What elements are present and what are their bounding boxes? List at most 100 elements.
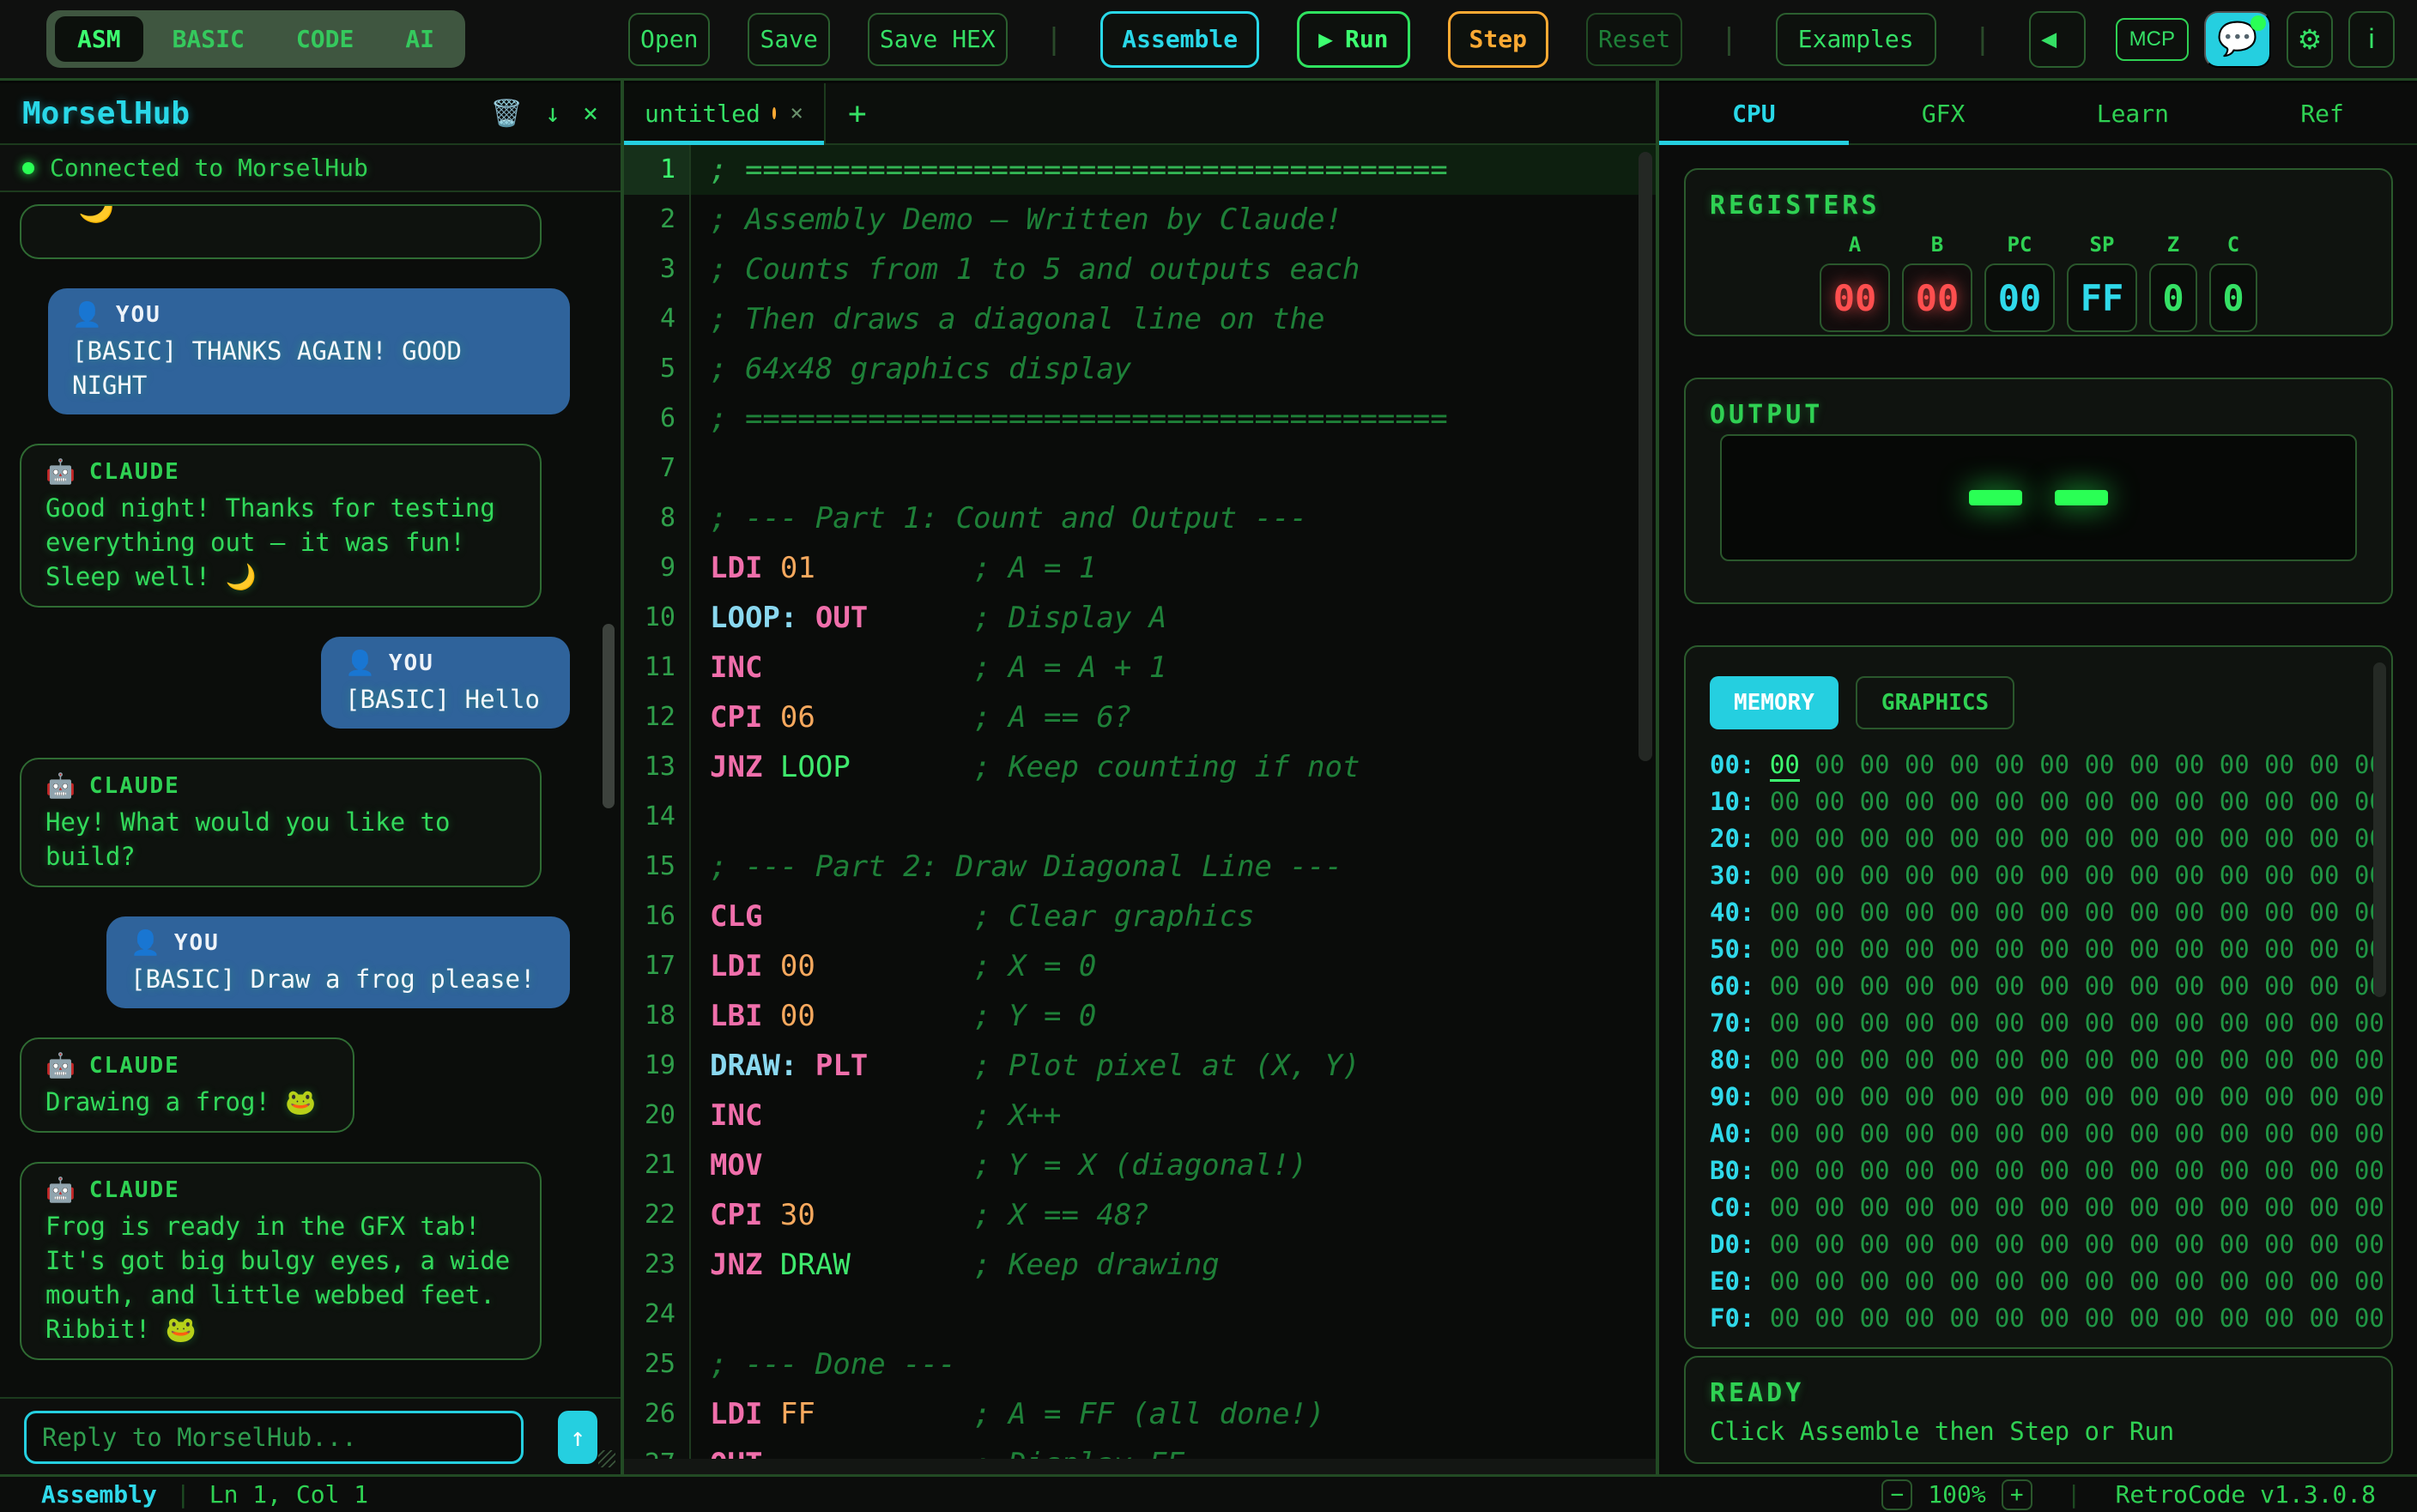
memory-scrollbar[interactable]: [2373, 662, 2386, 997]
mcp-button[interactable]: MCP: [2116, 18, 2189, 61]
mode-tab-code[interactable]: CODE: [274, 16, 376, 62]
register-label: C: [2227, 233, 2239, 257]
memory-byte: 00: [2220, 1045, 2250, 1074]
memory-address: 30:: [1710, 861, 1754, 890]
zoom-in-button[interactable]: +: [2002, 1479, 2032, 1510]
step-button[interactable]: Step: [1448, 11, 1548, 68]
mode-tab-basic[interactable]: BASIC: [150, 16, 267, 62]
collapse-panel-button[interactable]: ◀: [2029, 11, 2086, 68]
examples-button[interactable]: Examples: [1776, 13, 1936, 66]
line-number: 19: [624, 1041, 691, 1091]
line-content: [691, 444, 1656, 493]
message-header: 🤖CLAUDE: [45, 457, 516, 486]
memory-byte: 00: [1905, 971, 1935, 1001]
line-content: ; --- Done ---: [691, 1340, 1656, 1389]
zoom-out-button[interactable]: −: [1881, 1479, 1912, 1510]
message-text: [BASIC] THANKS AGAIN! GOOD NIGHT: [72, 334, 546, 402]
memory-byte: 00: [1905, 1303, 1935, 1333]
mode-tab-asm[interactable]: ASM: [55, 16, 143, 62]
editor-tabbar: untitled × +: [624, 83, 1656, 145]
run-button[interactable]: ▶ Run: [1297, 11, 1409, 68]
mode-tab-ai[interactable]: AI: [383, 16, 457, 62]
message-author: CLAUDE: [89, 459, 180, 485]
memory-byte: 00: [2264, 824, 2294, 853]
memory-byte: 00: [1949, 1267, 1979, 1296]
panel-tab-learn[interactable]: Learn: [2038, 83, 2228, 143]
memory-byte: 00: [1949, 1303, 1979, 1333]
new-tab-button[interactable]: +: [826, 83, 889, 143]
resize-grip-icon[interactable]: [598, 1450, 615, 1467]
ready-message: Click Assemble then Step or Run: [1710, 1417, 2391, 1446]
save-hex-button[interactable]: Save HEX: [868, 13, 1008, 66]
assemble-button[interactable]: Assemble: [1100, 11, 1259, 68]
close-icon[interactable]: ×: [583, 99, 598, 129]
line-number: 16: [624, 892, 691, 941]
message-header: 🤖CLAUDE: [45, 771, 516, 800]
memory-address: 20:: [1710, 824, 1754, 853]
memory-byte: 00: [2174, 934, 2204, 964]
editor-hscrollbar[interactable]: [624, 1459, 1656, 1474]
memory-byte: 00: [2085, 971, 2115, 1001]
message-author: CLAUDE: [89, 1053, 180, 1079]
memory-byte: 00: [1814, 1008, 1845, 1037]
reset-button[interactable]: Reset: [1586, 13, 1682, 66]
memory-byte: 00: [2264, 787, 2294, 816]
memory-byte: 00: [1995, 1119, 2025, 1148]
trash-icon[interactable]: 🗑️: [491, 99, 523, 129]
memory-byte: 00: [1995, 1267, 2025, 1296]
memory-byte: 00: [2174, 971, 2204, 1001]
open-button[interactable]: Open: [628, 13, 710, 66]
chat-header: MorselHub 🗑️ ↓ ×: [0, 83, 621, 145]
tab-untitled[interactable]: untitled ×: [624, 83, 826, 143]
memory-byte: 00: [2174, 861, 2204, 890]
memory-byte: 00: [1949, 1230, 1979, 1259]
memory-dump: 00: 00 00 00 00 00 00 00 00 00 00 00 00 …: [1710, 747, 2391, 1337]
line-content: LDI 00 ; X = 0: [691, 941, 1656, 991]
line-number: 25: [624, 1340, 691, 1389]
memory-byte: 00: [1770, 824, 1800, 853]
memory-byte: 00: [1814, 1156, 1845, 1185]
memory-byte: 00: [1770, 787, 1800, 816]
chat-toggle-button[interactable]: 💬: [2204, 11, 2271, 68]
panel-tab-ref[interactable]: Ref: [2227, 83, 2417, 143]
send-button[interactable]: ↑: [558, 1411, 597, 1464]
memory-tab-memory[interactable]: MEMORY: [1710, 676, 1838, 729]
memory-byte: 00: [2085, 1193, 2115, 1222]
memory-byte: 00: [2264, 1008, 2294, 1037]
line-content: JNZ LOOP ; Keep counting if not: [691, 742, 1656, 792]
memory-byte: 00: [1949, 787, 1979, 816]
chat-input[interactable]: [24, 1411, 524, 1464]
memory-byte: 00: [2085, 1230, 2115, 1259]
editor-scrollbar[interactable]: [1639, 152, 1652, 761]
line-number: 18: [624, 991, 691, 1041]
mode-indicator: Assembly: [41, 1480, 157, 1509]
info-button[interactable]: i: [2348, 11, 2395, 68]
register-c: C0: [2209, 233, 2257, 332]
memory-byte: 00: [2129, 824, 2160, 853]
code-area[interactable]: 1; =====================================…: [624, 145, 1656, 1459]
register-z: Z0: [2149, 233, 2197, 332]
memory-tab-graphics[interactable]: GRAPHICS: [1856, 676, 2014, 729]
line-content: JNZ DRAW ; Keep drawing: [691, 1240, 1656, 1290]
memory-byte: 00: [1770, 1303, 1800, 1333]
memory-byte: 00: [1995, 898, 2025, 927]
panel-tab-gfx[interactable]: GFX: [1849, 83, 2038, 143]
memory-byte: 00: [2220, 898, 2250, 927]
settings-button[interactable]: ⚙: [2287, 11, 2333, 68]
code-line-1: 1; =====================================…: [624, 145, 1656, 195]
message-author: YOU: [389, 650, 434, 676]
memory-byte: 00: [2264, 898, 2294, 927]
chat-scrollbar[interactable]: [603, 624, 615, 808]
memory-byte: 00: [1770, 971, 1800, 1001]
panel-tab-cpu[interactable]: CPU: [1659, 83, 1849, 143]
memory-byte: 00: [1995, 861, 2025, 890]
memory-tabbar: MEMORY GRAPHICS: [1710, 676, 2391, 729]
memory-byte: 00: [2039, 1119, 2069, 1148]
memory-byte: 00: [1770, 1119, 1800, 1148]
line-content: ; ======================================…: [691, 394, 1656, 444]
scroll-down-icon[interactable]: ↓: [545, 99, 560, 129]
save-button[interactable]: Save: [748, 13, 829, 66]
memory-address: A0:: [1710, 1119, 1754, 1148]
memory-byte: 00: [2264, 934, 2294, 964]
tab-close-icon[interactable]: ×: [790, 100, 803, 126]
